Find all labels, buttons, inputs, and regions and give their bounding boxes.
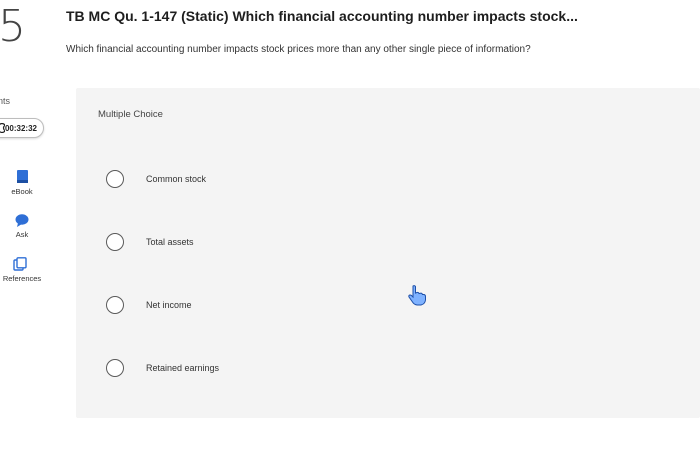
option-net-income[interactable]: Net income [106,296,192,314]
book-icon [16,170,28,183]
option-label: Total assets [146,237,194,247]
question-area: TB MC Qu. 1-147 (Static) Which financial… [60,0,700,462]
radio-button[interactable] [106,233,124,251]
references-tool[interactable]: References [0,257,42,283]
chat-bubble-icon [15,214,29,227]
radio-button[interactable] [106,296,124,314]
answer-panel: Multiple Choice Common stock Total asset… [76,88,700,418]
ask-tool[interactable]: Ask [0,214,44,239]
ebook-label: eBook [11,187,33,196]
option-label: Retained earnings [146,363,220,373]
question-number: 5 [0,1,26,52]
radio-button[interactable] [106,359,124,377]
radio-button[interactable] [106,170,124,188]
option-common-stock[interactable]: Common stock [106,170,206,188]
timer-icon [0,123,5,133]
option-retained-earnings[interactable]: Retained earnings [106,359,219,377]
references-icon [13,257,27,271]
timer-value: 00:32:32 [4,123,37,133]
left-rail: 5 nts 00:32:32 eBook Ask References [0,0,60,462]
question-text: Which financial accounting number impact… [66,44,531,55]
question-type-label: Multiple Choice [98,109,163,120]
hand-cursor-icon [408,285,426,306]
question-title: TB MC Qu. 1-147 (Static) Which financial… [66,8,578,24]
references-label: References [2,274,42,283]
ebook-tool[interactable]: eBook [0,170,44,196]
timer[interactable]: 00:32:32 [0,118,44,138]
ask-label: Ask [15,230,29,239]
option-total-assets[interactable]: Total assets [106,233,194,251]
points-label: nts [0,96,11,106]
option-label: Common stock [146,174,207,184]
option-label: Net income [146,300,192,310]
